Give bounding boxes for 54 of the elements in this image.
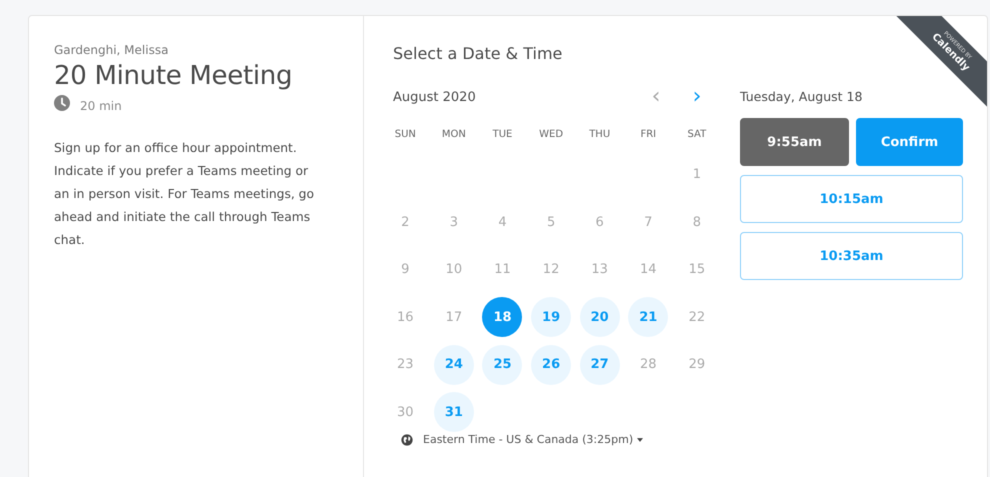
calendar-date: 10 (446, 262, 462, 278)
caret-icon (637, 438, 644, 442)
calendar-date: 9 (401, 262, 410, 278)
organizer-name: Gardenghi, Melissa (54, 43, 170, 57)
calendar-date: 6 (596, 214, 604, 230)
calendar-date: 5 (546, 214, 556, 230)
available-date[interactable]: 19 (531, 297, 572, 338)
available-date[interactable]: 20 (580, 297, 620, 338)
available-date[interactable]: 27 (580, 344, 620, 385)
globe-icon (401, 434, 413, 446)
weekday-label: THU (588, 129, 612, 142)
available-date[interactable]: 31 (434, 392, 474, 432)
time-slot-button[interactable]: 10:15am (740, 175, 963, 223)
calendar-date: 16 (397, 310, 414, 325)
weekday-label: WED (538, 129, 564, 142)
time-slot-button[interactable]: 10:35am (740, 232, 963, 280)
calendar-date: 1 (692, 167, 701, 182)
event-title: 20 Minute Meeting (54, 61, 294, 91)
selected-date-label: Tuesday, August 18 (740, 88, 864, 106)
weekday-label: SAT (686, 129, 708, 142)
weekday-label: SUN (394, 129, 417, 142)
event-description: Sign up for an office hour appointment. Indicate if you prefer a Teams meeting or an in person visit. For Teams meetings, go ahead and initiate the call through Teams chat. (54, 140, 316, 249)
month-label: August 2020 (393, 90, 477, 104)
calendar-date: 3 (450, 214, 458, 230)
calendar-date: 13 (591, 262, 608, 278)
calendar-date: 23 (397, 357, 414, 372)
available-date[interactable]: 26 (531, 344, 572, 385)
time-slot-button[interactable]: 9:55am (740, 118, 849, 166)
selected-date[interactable]: 18 (482, 297, 522, 338)
calendar-date: 2 (401, 214, 410, 230)
calendar-date: 15 (688, 262, 706, 278)
calendar-date: 17 (446, 310, 462, 325)
calendar-date: 30 (397, 404, 414, 420)
calendar-date: 8 (692, 214, 701, 230)
calendar-date: 22 (688, 310, 706, 325)
calendar-date: 14 (640, 262, 657, 278)
duration: 20 min (80, 99, 122, 113)
calendar-date: 29 (688, 357, 706, 372)
calendar-date: 12 (542, 262, 560, 278)
weekday-label: MON (440, 129, 467, 142)
calendar-date: 28 (640, 357, 657, 372)
clock-icon (54, 95, 70, 111)
timezone-dropdown[interactable]: Eastern Time - US & Canada (3:25pm) (423, 433, 644, 446)
available-date[interactable]: 24 (434, 344, 474, 385)
available-date[interactable]: 25 (482, 344, 522, 385)
weekday-label: FRI (639, 129, 658, 142)
available-date[interactable]: 21 (628, 297, 668, 338)
weekday-label: TUE (492, 129, 514, 142)
confirm-button[interactable]: Confirm (856, 118, 963, 166)
calendar-date: 11 (494, 262, 511, 278)
section-heading: Select a Date & Time (393, 44, 562, 63)
calendar-date: 4 (498, 214, 507, 230)
calendar-date: 7 (644, 214, 652, 230)
next-month-button[interactable]: › (682, 86, 712, 108)
